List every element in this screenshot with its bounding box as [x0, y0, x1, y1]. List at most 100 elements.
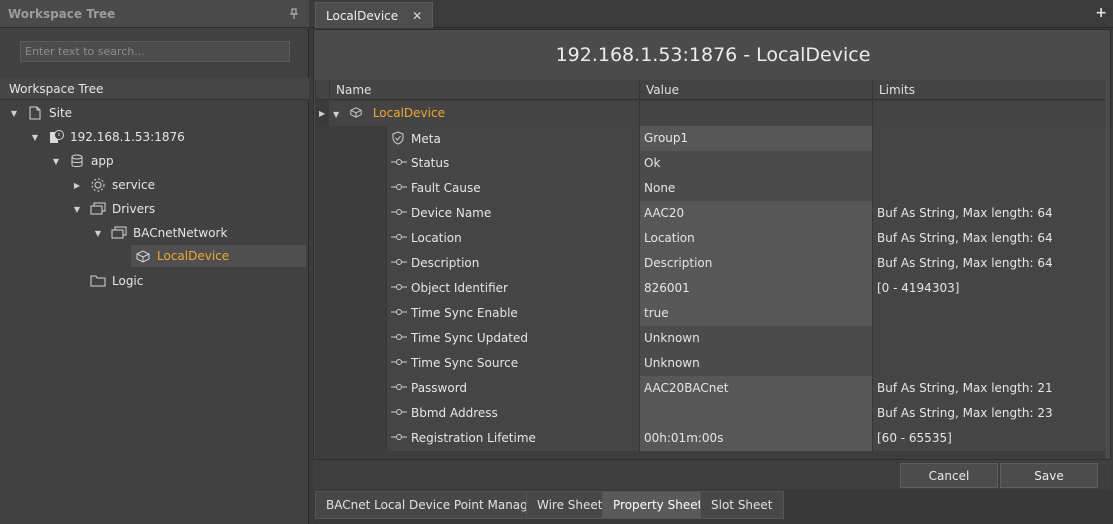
save-button[interactable]: Save — [1000, 463, 1098, 488]
table-row[interactable]: Time Sync Source Unknown — [315, 351, 1105, 376]
name-cell: Object Identifier — [386, 276, 639, 301]
name-cell: Device Name — [386, 201, 639, 226]
property-limits: Buf As String, Max length: 64 — [872, 251, 1105, 276]
tab-bar: LocalDevice ✕ + — [311, 0, 1113, 28]
property-value[interactable]: AAC20 — [639, 201, 872, 226]
property-sheet: 192.168.1.53:1876 - LocalDevice Name Val… — [313, 29, 1111, 489]
row-gutter — [315, 401, 386, 426]
tree-item-device[interactable]: ▼ 192.168.1.53:1876 — [30, 126, 185, 148]
property-name: Device Name — [411, 206, 492, 220]
tab-point-manager[interactable]: BACnet Local Device Point Manager — [315, 491, 552, 519]
property-value[interactable] — [639, 401, 872, 426]
local-device-icon — [135, 248, 151, 264]
tree-item-label: 192.168.1.53:1876 — [70, 130, 185, 144]
row-gutter — [315, 376, 386, 401]
tree-item-label: Logic — [112, 274, 144, 288]
name-cell: Meta — [386, 126, 639, 151]
property-value[interactable]: Description — [639, 251, 872, 276]
name-cell: Time Sync Updated — [386, 326, 639, 351]
tree-item-app[interactable]: ▼ app — [51, 150, 114, 172]
tab-localdevice[interactable]: LocalDevice ✕ — [315, 2, 434, 28]
local-device-icon — [349, 106, 367, 121]
tree-item-localdevice[interactable]: LocalDevice — [131, 245, 306, 267]
property-name: Time Sync Enable — [411, 306, 518, 320]
header-spacer — [315, 80, 329, 100]
table-row[interactable]: Bbmd Address Buf As String, Max length: 2… — [315, 401, 1105, 426]
column-header-value[interactable]: Value — [639, 80, 872, 100]
expanded-arrow-icon[interactable]: ▼ — [72, 205, 82, 214]
table-row-root[interactable]: ▶ ▼ LocalDevice — [315, 101, 1105, 126]
property-name: Registration Lifetime — [411, 431, 536, 445]
property-limits — [872, 126, 1105, 151]
property-value[interactable]: 826001 — [639, 276, 872, 301]
tree-item-drivers[interactable]: ▼ Drivers — [72, 198, 155, 220]
row-expand-icon[interactable]: ▶ — [315, 101, 329, 126]
property-value: Unknown — [639, 326, 872, 351]
table-row[interactable]: Fault Cause None — [315, 176, 1105, 201]
name-cell: Password — [386, 376, 639, 401]
table-row[interactable]: Location Location Buf As String, Max lengt… — [315, 226, 1105, 251]
expanded-arrow-icon[interactable]: ▼ — [333, 110, 339, 119]
add-tab-icon[interactable]: + — [1095, 5, 1107, 21]
property-value[interactable]: Group1 — [639, 126, 872, 151]
property-limits — [872, 326, 1105, 351]
workspace-title: Workspace Tree — [8, 7, 116, 21]
table-row[interactable]: Password AAC20BACnet Buf As String, Max le… — [315, 376, 1105, 401]
tree-item-bacnetnetwork[interactable]: ▼ BACnetNetwork — [93, 222, 227, 244]
property-value: Ok — [639, 151, 872, 176]
expanded-arrow-icon[interactable]: ▼ — [51, 157, 61, 166]
close-icon[interactable]: ✕ — [412, 9, 422, 23]
tree-item-label: Drivers — [112, 202, 156, 216]
device-server-icon — [48, 129, 64, 145]
table-row[interactable]: Meta Group1 — [315, 126, 1105, 151]
property-limits — [872, 151, 1105, 176]
database-icon — [69, 153, 85, 169]
property-limits — [872, 351, 1105, 376]
view-tabs: BACnet Local Device Point Manager Wire S… — [313, 490, 1113, 524]
tab-property-sheet[interactable]: Property Sheet — [602, 491, 714, 519]
name-cell: Status — [386, 151, 639, 176]
property-icon — [391, 407, 409, 420]
property-limits: Buf As String, Max length: 23 — [872, 401, 1105, 426]
table-row[interactable]: Time Sync Enable true — [315, 301, 1105, 326]
cancel-button[interactable]: Cancel — [900, 463, 998, 488]
expanded-arrow-icon[interactable]: ▼ — [30, 133, 40, 142]
row-gutter — [315, 301, 386, 326]
property-name: Time Sync Updated — [411, 331, 528, 345]
row-gutter — [315, 251, 386, 276]
tab-slot-sheet[interactable]: Slot Sheet — [700, 491, 784, 519]
pin-icon[interactable] — [289, 8, 299, 20]
row-gutter — [315, 201, 386, 226]
root-limits-cell — [872, 101, 1105, 126]
property-value[interactable]: 00h:01m:00s — [639, 426, 872, 451]
property-limits: Buf As String, Max length: 21 — [872, 376, 1105, 401]
column-header-name[interactable]: Name — [329, 80, 639, 100]
root-name-cell: ▼ LocalDevice — [329, 101, 639, 126]
workspace-header: Workspace Tree — [0, 0, 309, 28]
property-value[interactable]: true — [639, 301, 872, 326]
table-row[interactable]: Device Name AAC20 Buf As String, Max lengt… — [315, 201, 1105, 226]
search-input[interactable] — [20, 41, 290, 62]
expanded-arrow-icon[interactable]: ▼ — [93, 229, 103, 238]
table-row[interactable]: Registration Lifetime 00h:01m:00s [60 - 65… — [315, 426, 1105, 451]
table-row[interactable]: Time Sync Updated Unknown — [315, 326, 1105, 351]
table-row[interactable]: Description Description Buf As String, Max… — [315, 251, 1105, 276]
property-value[interactable]: AAC20BACnet — [639, 376, 872, 401]
table-row[interactable]: Status Ok — [315, 151, 1105, 176]
expanded-arrow-icon[interactable]: ▼ — [9, 109, 19, 118]
tree-item-site[interactable]: ▼ Site — [9, 102, 72, 124]
property-name: Fault Cause — [411, 181, 481, 195]
column-header-limits[interactable]: Limits — [872, 80, 1105, 100]
tree-item-logic[interactable]: Logic — [90, 270, 143, 292]
tab-label: LocalDevice — [326, 8, 399, 23]
table-row[interactable]: Object Identifier 826001 [0 - 4194303] — [315, 276, 1105, 301]
tree-label: Workspace Tree — [0, 78, 309, 100]
tab-wire-sheet[interactable]: Wire Sheet — [526, 491, 614, 519]
name-cell: Fault Cause — [386, 176, 639, 201]
collapsed-arrow-icon[interactable]: ▶ — [72, 181, 82, 190]
property-grid: Name Value Limits ▶ ▼ LocalDevice Meta Gr… — [315, 80, 1105, 480]
page-title: 192.168.1.53:1876 - LocalDevice — [555, 44, 871, 66]
property-icon — [391, 332, 409, 345]
tree-item-service[interactable]: ▶ service — [72, 174, 155, 196]
property-value[interactable]: Location — [639, 226, 872, 251]
